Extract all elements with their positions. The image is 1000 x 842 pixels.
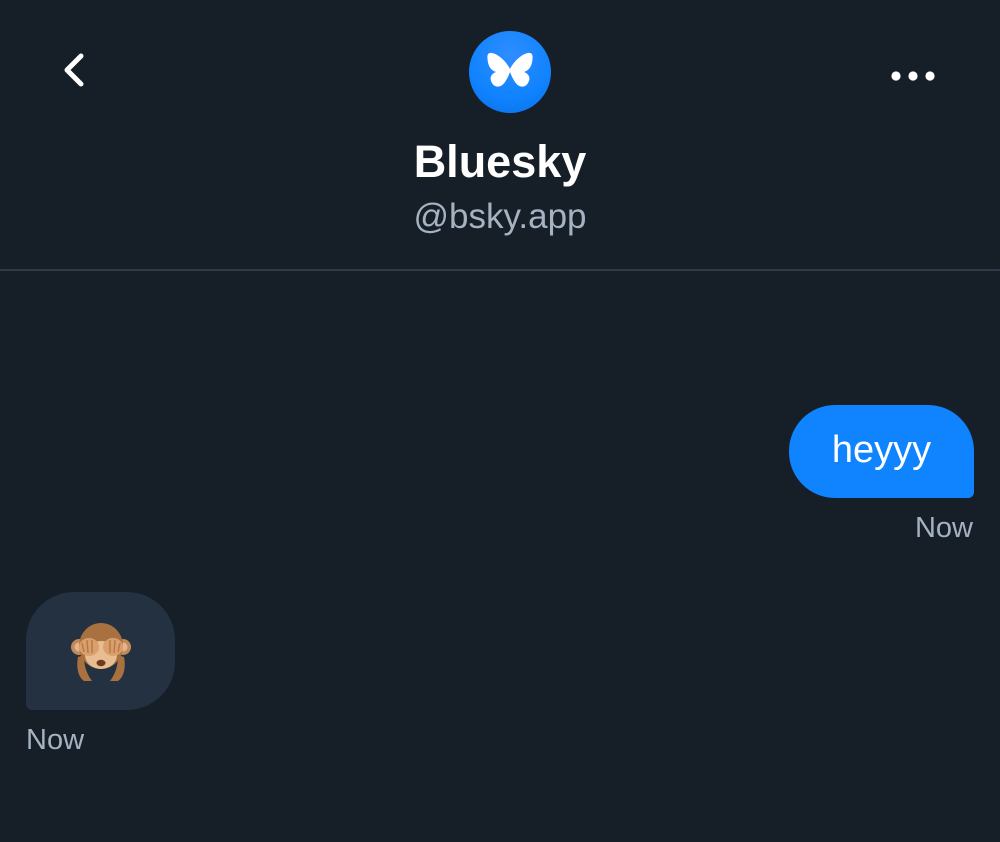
user-handle: @bsky.app [413,197,587,236]
see-no-evil-monkey-icon [70,623,131,681]
avatar[interactable] [469,31,551,113]
conversation-header: Bluesky @bsky.app [0,0,1000,271]
message-timestamp: Now [26,724,85,756]
back-button[interactable] [48,44,100,96]
message-text: heyyy [831,429,932,471]
ellipsis-horizontal-icon [891,71,935,81]
display-name: Bluesky [413,136,587,187]
incoming-message-bubble[interactable] [26,592,175,710]
more-options-button[interactable] [878,54,948,98]
chevron-left-icon [64,53,84,87]
outgoing-message-bubble[interactable]: heyyy [789,405,974,498]
message-timestamp: Now [914,512,973,544]
butterfly-logo-icon [487,52,533,87]
conversation-screen: Bluesky @bsky.app heyyy Now Now [0,0,1000,842]
